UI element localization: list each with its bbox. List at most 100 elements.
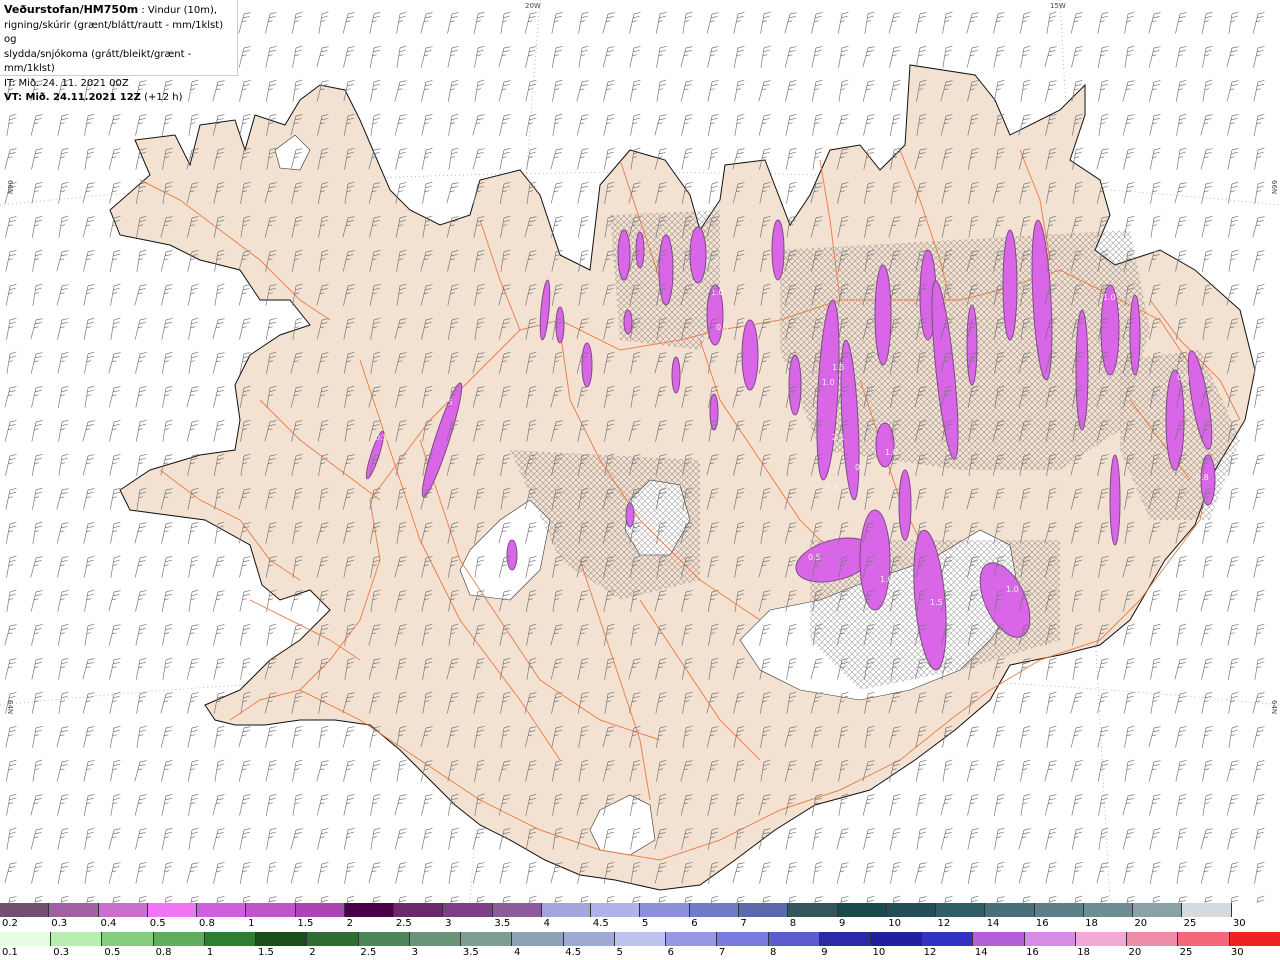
legend-snow-label: 25: [1183, 918, 1197, 929]
legend-snow-label: 0.8: [198, 918, 215, 929]
legend-rain-swatch: [922, 932, 974, 946]
precip-value-label: 1.0: [880, 575, 893, 584]
legend-snow-label: 18: [1085, 918, 1098, 929]
legend-snow-swatch: [295, 903, 345, 917]
legend-snow-swatch: [394, 903, 444, 917]
legend-snow-label: 0.2: [2, 918, 18, 929]
legend-snow-label: 0.5: [149, 918, 166, 929]
legend-snow-swatch: [1231, 903, 1280, 917]
legend-rain-swatch: [204, 932, 257, 946]
legend-rain-swatch: [358, 932, 410, 946]
legend-rain-swatch: [409, 932, 462, 946]
legend-rain-label: 0.5: [104, 947, 121, 958]
legend-rain-swatch: [1024, 932, 1076, 946]
legend-snow-swatch: [1182, 903, 1232, 917]
map-title: Veðurstofan/HM750m: [4, 3, 139, 16]
map-header: Veðurstofan/HM750m : Vindur (10m), rigni…: [0, 0, 238, 103]
legend-rain-label: 8: [770, 947, 777, 958]
legend-rain-swatch: [819, 932, 871, 946]
header-line-snow: slydda/snjókoma (grátt/bleikt/grænt - mm…: [4, 48, 192, 75]
legend-snow-swatch: [1034, 903, 1084, 917]
legend-snow-swatch: [689, 903, 739, 917]
legend-rain-swatch: [102, 932, 154, 946]
legend-rain-swatch: [973, 932, 1025, 946]
legend-rain-label: 7: [718, 947, 726, 958]
legend-rain-swatch: [51, 932, 103, 946]
legend-snow-label: 5: [642, 918, 649, 929]
legend-snow-swatch: [985, 903, 1035, 917]
legend-rain-swatch: [0, 932, 52, 946]
legend-snow-label: 7: [740, 918, 747, 929]
header-initial-time: IT: Mið. 24. 11. 2021 00Z: [4, 77, 129, 89]
legend-rain-swatch: [1229, 932, 1280, 946]
legend-rain-swatch: [512, 932, 564, 946]
weather-map: 0.50.51.00.52.11.50.80.91.01.51.01.01.00…: [0, 0, 1280, 903]
legend-snow-label: 14: [986, 918, 1000, 929]
legend-snow-label: 3: [445, 918, 452, 929]
legend-snow-label: 30: [1232, 918, 1246, 929]
legend-snow-swatch: [837, 903, 887, 917]
precip-value-label: 1.5: [930, 598, 943, 607]
legend-rain-swatch: [153, 932, 205, 946]
legend-snow-swatch: [246, 903, 296, 917]
legend-snow-swatch: [0, 903, 50, 917]
legend-rain-label: 0.1: [2, 947, 18, 958]
legend-rain-label: 25: [1179, 947, 1193, 958]
legend-snow-label: 0.3: [51, 918, 68, 929]
legend-snow-labels: 0.2 0.3 0.4 0.5 0.8 1 1.5 2 2.5 3 3.5 4 4.5 5 6 7 8 9 10 12…: [0, 918, 1280, 930]
map-title-rest: : Vindur (10m),: [138, 5, 218, 16]
legend-snow-swatch: [936, 903, 986, 917]
legend-rain-label: 4: [514, 947, 521, 958]
legend-snow-label: 6: [691, 918, 698, 929]
legend-snow-swatch: [147, 903, 198, 917]
precip-value-label: 0.8: [826, 483, 839, 492]
legend-rain-labels: 0.1 0.3 0.5 0.8 1 1.5 2 2.5 3 3.5 4 4.5 5 6 7 8 9 10 12 14 1…: [0, 947, 1280, 959]
legend-rain-label: 0.8: [155, 947, 172, 958]
lat-label-64n-right: 64N: [1270, 700, 1278, 714]
legend-rain-swatch: [1075, 932, 1128, 946]
legend-rain-swatch: [1127, 932, 1179, 946]
legend-rain-label: 18: [1077, 947, 1090, 958]
legend-snow-swatch: [1133, 903, 1183, 917]
lon-label-15w: 15W: [1050, 2, 1066, 10]
header-valid-time: VT: Mið. 24.11.2021 12Z: [4, 92, 141, 103]
legend-rain-label: 16: [1026, 947, 1039, 958]
legend-snow-swatch: [443, 903, 493, 917]
legend-snow-label: 9: [838, 918, 846, 929]
legend-rain-swatch: [870, 932, 923, 946]
legend-rain-swatch: [768, 932, 820, 946]
legend-rain-swatch: [1178, 932, 1230, 946]
legend-rain-label: 2: [309, 947, 316, 958]
lat-label-64n-left: 64N: [6, 700, 14, 714]
legend-rain-swatch: [614, 932, 667, 946]
legend-snow-label: 3.5: [494, 918, 511, 929]
legend-snow-swatch: [541, 903, 592, 917]
legend-snow-swatch: [788, 903, 838, 917]
legend-rain-label: 9: [821, 947, 828, 958]
legend-snow-swatch: [886, 903, 937, 917]
precip-value-label: 0.5: [716, 323, 729, 332]
legend-rain-swatch: [256, 932, 308, 946]
legend-snow-colorbar: [0, 903, 1280, 917]
legend-rain-label: 1.5: [258, 947, 274, 958]
legend-snow-label: 4.5: [592, 918, 609, 929]
legend-snow-label: 20: [1134, 918, 1148, 929]
precip-value-label: 0.5: [375, 433, 388, 442]
legend-snow-label: 2: [346, 918, 354, 929]
lat-label-66n-right: 66N: [1270, 180, 1278, 194]
legend-rain-label: 6: [667, 947, 675, 958]
header-forecast-hour: (+12 h): [140, 92, 183, 103]
legend-rain-label: 5: [616, 947, 623, 958]
legend-rain-label: 0.3: [53, 947, 70, 958]
legend-snow-swatch: [492, 903, 542, 917]
legend-snow-swatch: [197, 903, 247, 917]
precip-value-label: 1.0: [1103, 293, 1116, 302]
legend-snow-label: 10: [888, 918, 901, 929]
legend-snow-swatch: [1083, 903, 1134, 917]
legend-snow-label: 1.5: [297, 918, 314, 929]
legend-snow-swatch: [49, 903, 99, 917]
legend-snow-label: 4: [543, 918, 550, 929]
legend-rain-label: 2.5: [360, 947, 377, 958]
lon-label-20w: 20W: [525, 2, 541, 10]
legend-rain-swatch: [717, 932, 769, 946]
